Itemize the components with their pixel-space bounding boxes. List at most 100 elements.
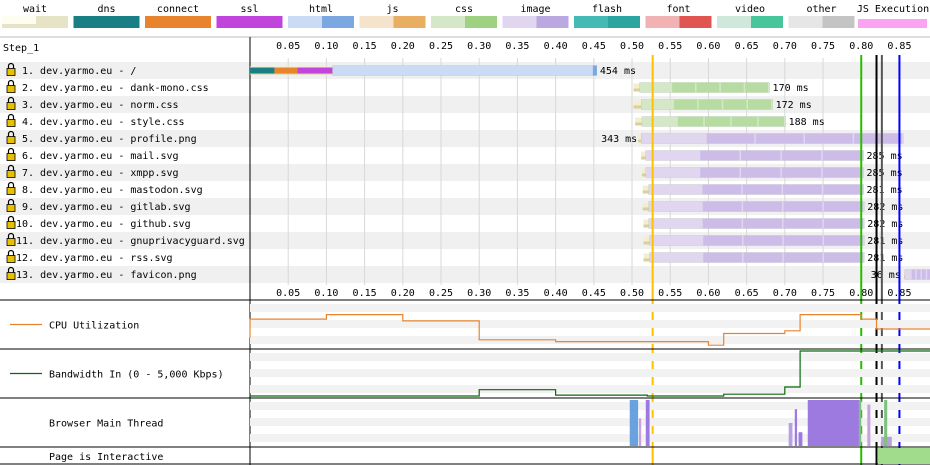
main-thread-activity (645, 400, 650, 446)
bar-download (743, 218, 782, 229)
bar-download (755, 133, 804, 144)
bar-download (723, 99, 747, 110)
panel-band (250, 385, 930, 393)
bar-wait-edge (643, 258, 650, 262)
request-label: 1. dev.yarmo.eu - / (22, 66, 136, 77)
request-time: 282 ms (867, 219, 903, 230)
bar-download (731, 116, 758, 127)
legend-label-image: image (520, 4, 550, 15)
main-thread-activity (867, 404, 871, 446)
request-time: 285 ms (867, 151, 903, 162)
lock-body (6, 136, 16, 144)
request-label: 8. dev.yarmo.eu - mastodon.svg (22, 185, 203, 196)
metric-panels: CPU Utilization Bandwidth In (0 - 5,000 K… (0, 299, 930, 465)
bar-download (696, 82, 720, 93)
panel-band (250, 353, 930, 361)
bar-html (332, 65, 598, 76)
request-label: 10. dev.yarmo.eu - github.svg (16, 219, 191, 230)
legend-swatch-dark-js (393, 16, 426, 28)
bar-download (742, 184, 782, 195)
main-thread-activity (884, 400, 888, 446)
bar-download (706, 133, 755, 144)
lock-body (6, 255, 16, 263)
bar-download (700, 167, 740, 178)
main-thread-activity (798, 432, 803, 446)
panel-band (250, 369, 930, 377)
tick-label-top: 0.85 (887, 41, 911, 52)
panel-label: Browser Main Thread (49, 419, 163, 430)
lock-shackle (7, 249, 15, 256)
tick-label-bottom: 0.10 (314, 288, 338, 299)
legend-swatch-dark-font (679, 16, 712, 28)
bar-download (704, 116, 731, 127)
bar-download (824, 252, 863, 263)
bar-wait-edge (638, 139, 642, 143)
tick-label-top: 0.50 (620, 41, 644, 52)
bar-download (698, 99, 722, 110)
legend-label-js: js (386, 4, 398, 15)
bar-download (783, 235, 823, 246)
main-thread-activity (629, 400, 639, 446)
tick-label-top: 0.75 (811, 41, 835, 52)
bar-download (916, 269, 921, 280)
tick-label-bottom: 0.40 (544, 288, 568, 299)
bar-download (758, 116, 785, 127)
request-time: 170 ms (773, 83, 809, 94)
bar-download (781, 167, 822, 178)
bar-download (743, 235, 783, 246)
tick-label-top: 0.70 (773, 41, 797, 52)
legend-swatch-wait-edge (2, 24, 68, 28)
panel-band (250, 320, 930, 328)
main-thread-activity (858, 400, 862, 446)
tick-label-top: 0.60 (696, 41, 720, 52)
bar-download (702, 218, 742, 229)
lock-body (6, 68, 16, 76)
tick-label-top: 0.65 (735, 41, 759, 52)
legend-label-wait: wait (23, 4, 47, 15)
lock-shackle (7, 113, 15, 120)
lock-body (6, 221, 16, 229)
lock-body (6, 153, 16, 161)
lock-shackle (7, 147, 15, 154)
tick-label-bottom: 0.45 (582, 288, 606, 299)
legend-label-flash: flash (592, 4, 622, 15)
request-label: 7. dev.yarmo.eu - xmpp.svg (22, 168, 179, 179)
legend-label-other: other (806, 4, 836, 15)
main-thread-activity (638, 418, 642, 446)
tick-label-top: 0.15 (353, 41, 377, 52)
lock-body (6, 204, 16, 212)
request-label: 6. dev.yarmo.eu - mail.svg (22, 151, 179, 162)
tick-label-bottom: 0.05 (276, 288, 300, 299)
lock-body (6, 187, 16, 195)
request-label: 2. dev.yarmo.eu - dank-mono.css (22, 83, 209, 94)
bar-download (677, 116, 704, 127)
bar-download (921, 269, 926, 280)
bar-download (781, 150, 822, 161)
tick-label-bottom: 0.25 (429, 288, 453, 299)
legend: wait dns connect ssl html js css image flash font… (2, 4, 929, 28)
lock-shackle (7, 79, 15, 86)
legend-label-css: css (455, 4, 473, 15)
legend-swatch-dark-video (751, 16, 783, 28)
lock-shackle (7, 215, 15, 222)
tick-label-bottom: 0.20 (391, 288, 415, 299)
request-label: 3. dev.yarmo.eu - norm.css (22, 100, 179, 111)
bar-download (824, 235, 863, 246)
bar-download (743, 252, 783, 263)
bar-download (911, 269, 916, 280)
bar-download (822, 167, 863, 178)
bar-download (743, 201, 782, 212)
request-label: 9. dev.yarmo.eu - gitlab.svg (22, 202, 191, 213)
bar-download (592, 65, 597, 76)
legend-label-font: font (666, 4, 690, 15)
bar-download (720, 82, 744, 93)
tick-label-top: 0.80 (849, 41, 873, 52)
legend-swatch-dark-connect (179, 16, 211, 28)
bar-download (747, 99, 772, 110)
request-time: 172 ms (776, 100, 812, 111)
legend-label-video: video (735, 4, 765, 15)
interactive-bar (878, 448, 930, 464)
tick-label-top: 0.20 (391, 41, 415, 52)
lock-body (6, 170, 16, 178)
lock-icon (6, 147, 16, 161)
